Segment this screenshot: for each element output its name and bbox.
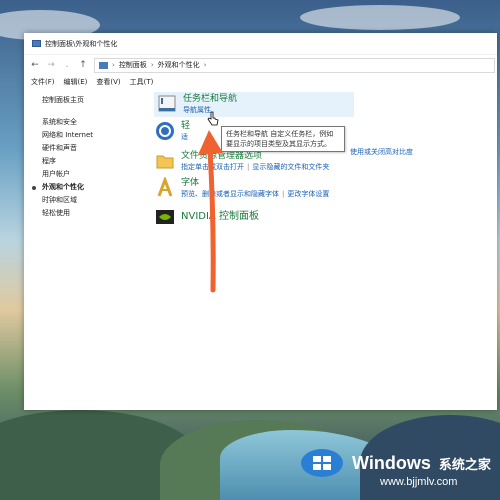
watermark-cn: 系统之家 [438, 457, 491, 473]
windows-logo-icon [301, 449, 343, 477]
watermark-url: www.bjjmlv.com [380, 476, 458, 488]
watermark-logo: Windows 系统之家 [300, 448, 491, 478]
annotation-arrow-icon [198, 130, 223, 293]
watermark-brand: Windows [352, 452, 431, 473]
